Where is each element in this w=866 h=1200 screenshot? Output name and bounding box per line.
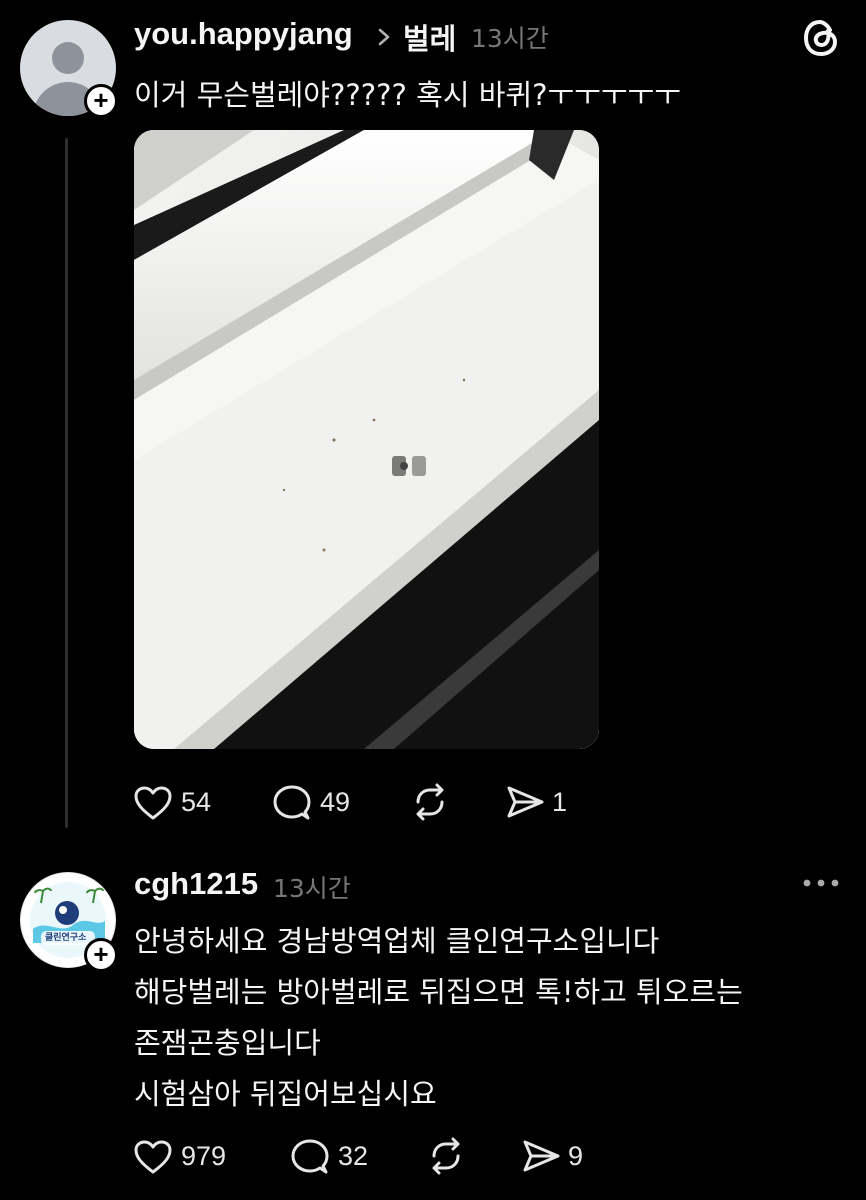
- heart-icon[interactable]: [133, 785, 173, 821]
- avatar-logo-text: 클린연구소: [45, 933, 87, 943]
- threads-logo-icon[interactable]: [799, 16, 843, 60]
- share-count: 1: [552, 787, 568, 817]
- share-count: 9: [568, 1141, 584, 1171]
- comment-count: 49: [320, 787, 351, 817]
- post-username[interactable]: you.happyjang: [134, 16, 353, 52]
- reply-text-line: 안녕하세요 경남방역업체 클인연구소입니다: [134, 924, 660, 958]
- comment-icon[interactable]: [272, 784, 312, 822]
- like-count: 54: [181, 787, 212, 817]
- reply-text-line: 해당벌레는 방아벌레로 뒤집으면 톡!하고 튀오르는: [134, 975, 743, 1009]
- reply-text-line: 존잼곤충입니다: [134, 1026, 321, 1060]
- comment-count: 32: [338, 1141, 369, 1171]
- community-tag[interactable]: 벌레: [403, 16, 456, 58]
- reply-username[interactable]: cgh1215: [134, 866, 258, 902]
- comment-icon[interactable]: [290, 1138, 330, 1176]
- heart-icon[interactable]: [133, 1139, 173, 1175]
- post-image[interactable]: [134, 130, 599, 749]
- like-count: 979: [181, 1141, 227, 1171]
- default-avatar-head-icon: [52, 42, 84, 74]
- more-options-icon[interactable]: [802, 877, 840, 889]
- thread-line: [65, 138, 68, 828]
- follow-plus-icon[interactable]: +: [84, 938, 118, 972]
- reply-text-line: 시험삼아 뒤집어보십시요: [134, 1077, 437, 1111]
- window-frame-photo-icon: [134, 130, 599, 749]
- repost-icon[interactable]: [410, 782, 450, 822]
- post-text: 이거 무슨벌레야????? 혹시 바퀴?ㅜㅜㅜㅜㅜ: [134, 78, 681, 112]
- reply-time: 13시간: [273, 874, 351, 903]
- follow-plus-icon[interactable]: +: [84, 84, 118, 118]
- share-icon[interactable]: [505, 784, 545, 820]
- chevron-right-icon: [378, 28, 390, 46]
- post-time: 13시간: [471, 24, 549, 53]
- repost-icon[interactable]: [426, 1136, 466, 1176]
- share-icon[interactable]: [521, 1138, 561, 1174]
